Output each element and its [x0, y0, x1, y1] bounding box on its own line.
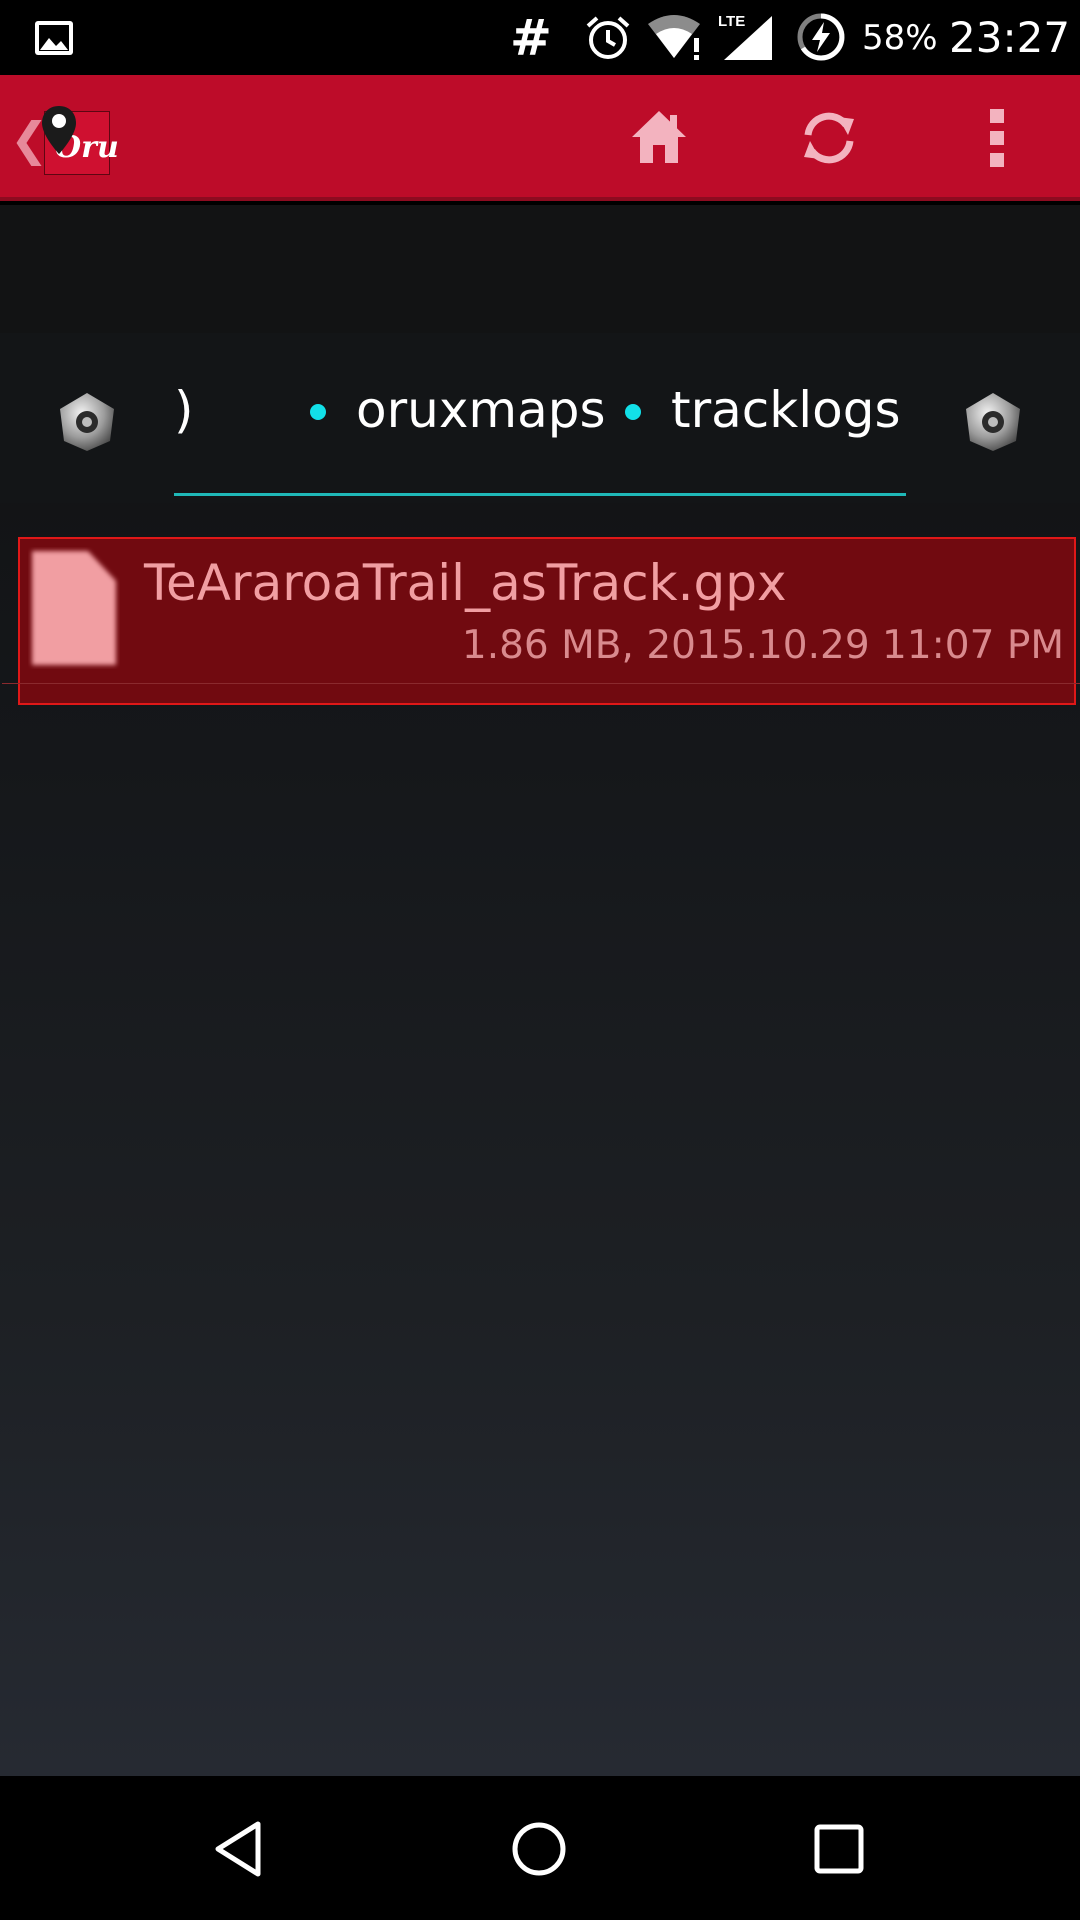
lte-signal-icon: LTE: [718, 13, 772, 60]
breadcrumb-separator-dot: [310, 404, 326, 420]
hash-icon: #: [510, 9, 552, 67]
storage-icon[interactable]: [962, 391, 1024, 453]
svg-text:LTE: LTE: [718, 13, 745, 30]
breadcrumb-underline: [174, 493, 906, 496]
battery-charging-icon: [797, 13, 845, 61]
list-divider: [2, 683, 1080, 684]
alarm-icon: [586, 16, 630, 59]
action-bar: ❮ Oru: [0, 75, 1080, 201]
navigation-bar: [0, 1776, 1080, 1920]
gallery-icon: [35, 21, 73, 55]
breadcrumb: ) oruxmaps tracklogs: [0, 333, 1080, 503]
file-name: TeAraroaTrail_asTrack.gpx: [144, 554, 787, 612]
file-browser: ) oruxmaps tracklogs TeAraroaTrail_asTra…: [0, 205, 1080, 1776]
status-bar: # LTE 58% 23:27: [0, 0, 1080, 75]
home-icon[interactable]: [626, 105, 692, 171]
recents-square-icon[interactable]: [806, 1816, 872, 1882]
breadcrumb-path[interactable]: ) oruxmaps tracklogs: [174, 365, 906, 475]
toolbar-spacer: [0, 205, 1080, 333]
map-pin-icon: [42, 106, 76, 154]
clock: 23:27: [949, 13, 1071, 62]
breadcrumb-segment-partial[interactable]: ): [174, 377, 194, 443]
home-circle-icon[interactable]: [506, 1816, 572, 1882]
battery-percentage: 58%: [862, 18, 938, 58]
breadcrumb-segment-tracklogs[interactable]: tracklogs: [671, 377, 901, 443]
overflow-menu-icon[interactable]: [964, 105, 1030, 171]
breadcrumb-separator-dot: [625, 404, 641, 420]
back-triangle-icon[interactable]: [208, 1816, 274, 1882]
breadcrumb-segment-oruxmaps[interactable]: oruxmaps: [356, 377, 606, 443]
list-item[interactable]: TeAraroaTrail_asTrack.gpx 1.86 MB, 2015.…: [2, 537, 1080, 705]
wifi-icon: [648, 15, 700, 60]
refresh-icon[interactable]: [796, 105, 862, 171]
file-icon: [32, 551, 116, 665]
storage-icon[interactable]: [56, 391, 118, 453]
file-size-date: 1.86 MB, 2015.10.29 11:07 PM: [461, 623, 1064, 668]
